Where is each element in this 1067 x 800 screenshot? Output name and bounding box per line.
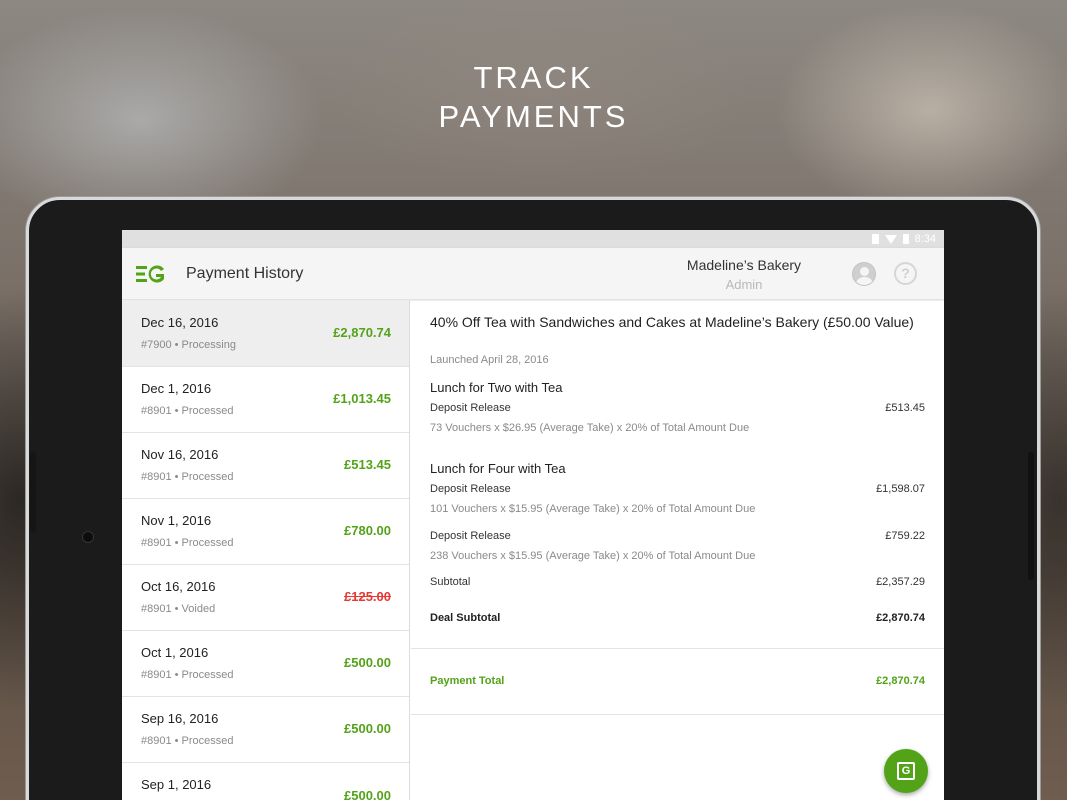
payment-amount: £500.00: [344, 788, 391, 800]
payment-date: Nov 16, 2016: [141, 447, 219, 462]
payment-total-amount: £2,870.74: [876, 675, 925, 687]
payment-status: #8901 • Processed: [141, 405, 234, 417]
payment-status: #7900 • Processing: [141, 339, 236, 351]
subtotal-label: Subtotal: [430, 576, 471, 588]
deal-launched-date: Launched April 28, 2016: [430, 354, 549, 366]
groupon-logo-icon[interactable]: [136, 263, 166, 285]
app-screen: 8:34 Payment History Madeline’s Bakery A…: [122, 230, 944, 800]
payment-list-item[interactable]: Nov 1, 2016 #8901 • Processed £780.00: [122, 499, 409, 565]
line-item-label: Deposit Release: [430, 483, 511, 495]
line-item-amount: £759.22: [885, 530, 925, 542]
status-bar: 8:34: [122, 230, 944, 248]
divider: [411, 648, 944, 649]
deal-subtotal-amount: £2,870.74: [876, 612, 925, 624]
payment-status: #8901 • Processed: [141, 735, 234, 747]
option-name: Lunch for Four with Tea: [430, 461, 566, 476]
line-item-label: Deposit Release: [430, 530, 511, 542]
avatar-icon[interactable]: [852, 262, 876, 286]
subtotal-amount: £2,357.29: [876, 576, 925, 588]
battery-icon: [902, 234, 909, 244]
payment-date: Oct 1, 2016: [141, 645, 209, 660]
status-time: 8:34: [914, 233, 936, 245]
app-bar: Payment History Madeline’s Bakery Admin …: [122, 248, 944, 300]
divider: [411, 714, 944, 715]
payment-status: #8901 • Processed: [141, 669, 234, 681]
line-item-label: Deposit Release: [430, 402, 511, 414]
merchant-switcher[interactable]: Madeline’s Bakery Admin: [664, 257, 824, 292]
payment-amount: £500.00: [344, 721, 391, 736]
front-camera: [82, 531, 94, 543]
payment-list-item[interactable]: Dec 1, 2016 #8901 • Processed £1,013.45: [122, 367, 409, 433]
wifi-icon: [884, 234, 897, 244]
fab-label: G: [901, 765, 911, 777]
deal-title: 40% Off Tea with Sandwiches and Cakes at…: [430, 314, 914, 330]
payment-list-item[interactable]: Sep 1, 2016 £500.00: [122, 763, 409, 800]
payment-date: Oct 16, 2016: [141, 579, 216, 594]
merchant-name: Madeline’s Bakery: [686, 257, 802, 273]
payment-list-item[interactable]: Dec 16, 2016 #7900 • Processing £2,870.7…: [122, 301, 409, 367]
vibrate-icon: [871, 234, 879, 244]
tablet-side-button: [1028, 452, 1034, 580]
deal-subtotal-label: Deal Subtotal: [430, 612, 501, 624]
payment-detail: 40% Off Tea with Sandwiches and Cakes at…: [411, 301, 944, 800]
payment-status: #8901 • Voided: [141, 603, 216, 615]
payment-amount: £513.45: [344, 457, 391, 472]
merchant-role: Admin: [725, 277, 763, 292]
payment-status: #8901 • Processed: [141, 471, 234, 483]
line-item-calculation: 238 Vouchers x $15.95 (Average Take) x 2…: [430, 550, 756, 562]
scan-voucher-button[interactable]: G: [884, 749, 928, 793]
payment-status: #8901 • Processed: [141, 537, 234, 549]
payment-date: Sep 16, 2016: [141, 711, 219, 726]
payment-list-item[interactable]: Nov 16, 2016 #8901 • Processed £513.45: [122, 433, 409, 499]
headline-line-1: TRACK: [473, 60, 594, 95]
payment-list-item[interactable]: Oct 16, 2016 #8901 • Voided £125.00: [122, 565, 409, 631]
payment-date: Dec 1, 2016: [141, 381, 212, 396]
payment-list-item[interactable]: Sep 16, 2016 #8901 • Processed £500.00: [122, 697, 409, 763]
headline: TRACK PAYMENTS: [0, 58, 1067, 136]
payment-list[interactable]: Dec 16, 2016 #7900 • Processing £2,870.7…: [122, 301, 410, 800]
payment-amount: £1,013.45: [333, 391, 391, 406]
payment-amount-voided: £125.00: [344, 589, 391, 604]
option-name: Lunch for Two with Tea: [430, 380, 563, 395]
line-item-amount: £1,598.07: [876, 483, 925, 495]
tablet-left-edge: [30, 452, 36, 532]
payment-total-label: Payment Total: [430, 675, 505, 687]
payment-amount: £500.00: [344, 655, 391, 670]
avatar-body: [856, 277, 873, 285]
avatar-head: [860, 267, 869, 276]
line-item-amount: £513.45: [885, 402, 925, 414]
line-item-calculation: 101 Vouchers x $15.95 (Average Take) x 2…: [430, 503, 756, 515]
payment-date: Dec 16, 2016: [141, 315, 219, 330]
help-icon[interactable]: ?: [894, 262, 917, 285]
payment-amount: £780.00: [344, 523, 391, 538]
payment-amount: £2,870.74: [333, 325, 391, 340]
payment-list-item[interactable]: Oct 1, 2016 #8901 • Processed £500.00: [122, 631, 409, 697]
page-title: Payment History: [186, 265, 304, 282]
payment-date: Sep 1, 2016: [141, 777, 212, 792]
headline-line-2: PAYMENTS: [438, 99, 629, 134]
payment-date: Nov 1, 2016: [141, 513, 212, 528]
line-item-calculation: 73 Vouchers x $26.95 (Average Take) x 20…: [430, 422, 750, 434]
